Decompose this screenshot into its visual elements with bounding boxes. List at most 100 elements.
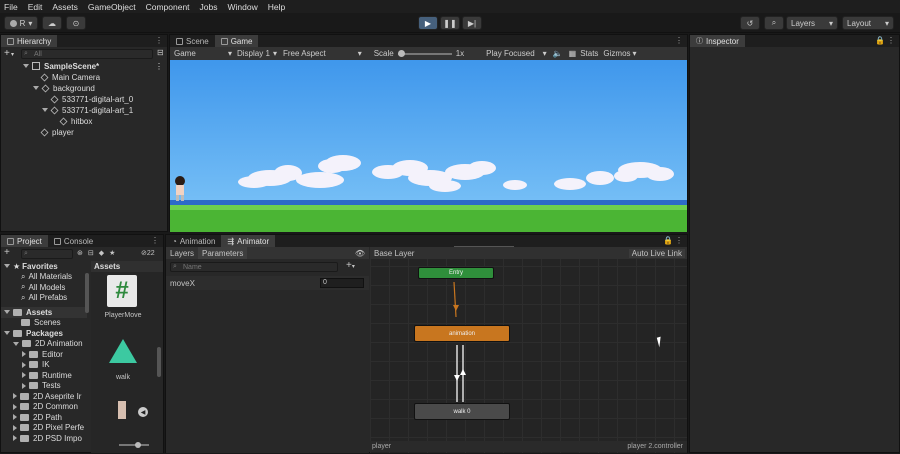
parameter-row-movex[interactable]: moveX 0 (166, 276, 369, 290)
tab-game[interactable]: Game (214, 35, 259, 47)
stats-toggle[interactable]: Stats (580, 49, 598, 58)
collapse-arrow-icon[interactable] (13, 414, 17, 421)
mute-audio-icon[interactable]: 🔈 (553, 49, 563, 58)
hierarchy-item-player[interactable]: player (1, 127, 167, 138)
tree-2d-pixel-perfect[interactable]: 2D Pixel Perfe (1, 423, 87, 434)
hierarchy-item-hitbox[interactable]: hitbox (1, 116, 167, 127)
menu-help[interactable]: Help (268, 2, 285, 12)
collapse-arrow-icon[interactable] (13, 393, 17, 400)
expand-sprite-icon[interactable]: ◀ (138, 407, 148, 417)
aspect-dropdown[interactable]: Free Aspect ▾ (283, 49, 362, 58)
game-mode-dropdown[interactable]: Game ▾ (174, 49, 232, 58)
expand-arrow-icon[interactable] (13, 341, 19, 346)
menu-assets[interactable]: Assets (52, 2, 78, 12)
filter-icon[interactable]: ⊟ (157, 48, 164, 57)
tree-editor[interactable]: Editor (1, 349, 87, 360)
hierarchy-item-digital-art-1[interactable]: 533771-digital-art_1 (1, 105, 167, 116)
collapse-arrow-icon[interactable] (13, 435, 17, 442)
history-button[interactable]: ↺ (740, 16, 760, 30)
layout-dropdown[interactable]: Layout ▾ (842, 16, 894, 30)
subtab-layers[interactable]: Layers (166, 249, 198, 258)
tree-tests[interactable]: Tests (1, 381, 87, 392)
hierarchy-item-main-camera[interactable]: Main Camera (1, 72, 167, 83)
scale-slider[interactable] (397, 49, 452, 57)
play-button[interactable]: ▶ (418, 16, 438, 30)
tab-scene[interactable]: Scene (170, 35, 215, 47)
animation-clip-icon[interactable] (107, 337, 139, 365)
item-menu-icon[interactable]: ⋮ (155, 62, 163, 71)
tree-2d-psd-importer[interactable]: 2D PSD Impo (1, 433, 87, 444)
expand-arrow-icon[interactable] (4, 331, 10, 336)
tree-all-prefabs[interactable]: ⌕ All Prefabs (1, 293, 87, 304)
tree-2d-path[interactable]: 2D Path (1, 412, 87, 423)
gizmos-toggle[interactable]: Gizmos (603, 49, 630, 58)
tree-all-materials[interactable]: ⌕ All Materials (1, 272, 87, 283)
collab-button[interactable]: ⊙ (66, 16, 86, 30)
add-parameter-button[interactable]: +▾ (346, 260, 355, 271)
step-button[interactable]: ▶| (462, 16, 482, 30)
dropdown-arrow-icon[interactable]: ▾ (11, 51, 14, 58)
tree-assets[interactable]: Assets (1, 307, 87, 318)
expand-arrow-icon[interactable] (23, 64, 29, 69)
hierarchy-item-scene[interactable]: SampleScene* ⋮ (1, 61, 167, 72)
hierarchy-search-input[interactable]: ⌕ All (21, 49, 153, 59)
tree-all-models[interactable]: ⌕ All Models (1, 282, 87, 293)
menu-component[interactable]: Component (146, 2, 190, 12)
layers-dropdown[interactable]: Layers ▾ (786, 16, 838, 30)
panel-menu-icon[interactable]: ⋮ (675, 236, 683, 245)
eye-icon[interactable]: 👁 (355, 249, 365, 258)
subtab-parameters[interactable]: Parameters (198, 247, 248, 259)
menu-edit[interactable]: Edit (28, 2, 43, 12)
expand-arrow-icon[interactable] (42, 108, 48, 113)
panel-menu-icon[interactable]: ⋮ (151, 236, 159, 245)
slider-thumb[interactable] (135, 442, 141, 448)
tree-2d-common[interactable]: 2D Common (1, 402, 87, 413)
animator-graph[interactable]: Base Layer Auto Live Link Entry animatio… (370, 246, 687, 453)
lock-icon[interactable]: 🔒 (875, 36, 885, 45)
tree-packages[interactable]: Packages (1, 328, 87, 339)
menu-jobs[interactable]: Jobs (200, 2, 218, 12)
tree-favorites[interactable]: ★ Favorites (1, 261, 87, 272)
menu-window[interactable]: Window (228, 2, 258, 12)
project-search-input[interactable]: ⌕ (21, 249, 73, 259)
panel-menu-icon[interactable]: ⋮ (887, 36, 895, 45)
tab-hierarchy[interactable]: Hierarchy (1, 35, 58, 47)
csharp-script-icon[interactable]: # (107, 275, 137, 307)
filter-icons[interactable]: ⊛⊟◆★ (77, 249, 120, 257)
collapse-arrow-icon[interactable] (22, 351, 26, 358)
tree-runtime[interactable]: Runtime (1, 370, 87, 381)
play-focused-dropdown[interactable]: Play Focused ▾ (486, 49, 546, 58)
parameter-search-input[interactable]: ⌕ Name (170, 262, 338, 272)
menu-file[interactable]: File (4, 2, 18, 12)
collapse-arrow-icon[interactable] (13, 403, 17, 410)
sprite-thumbnail[interactable] (118, 401, 126, 419)
collapse-arrow-icon[interactable] (22, 361, 26, 368)
hierarchy-item-background[interactable]: background (1, 83, 167, 94)
add-icon[interactable]: + (4, 48, 10, 59)
stats-grid-icon[interactable]: ▦ (569, 49, 577, 58)
collapse-arrow-icon[interactable] (22, 382, 26, 389)
panel-menu-icon[interactable]: ⋮ (675, 36, 683, 45)
animation-state-node[interactable]: animation (414, 325, 510, 342)
hierarchy-item-digital-art-0[interactable]: 533771-digital-art_0 (1, 94, 167, 105)
dropdown-arrow-icon[interactable]: ▾ (633, 49, 637, 58)
add-icon[interactable]: + (4, 247, 10, 258)
collapse-arrow-icon[interactable] (13, 424, 17, 431)
game-viewport[interactable] (170, 60, 687, 232)
parameter-value-input[interactable]: 0 (320, 278, 364, 288)
cloud-button[interactable]: ☁ (42, 16, 62, 30)
lock-icon[interactable]: 🔒 (663, 236, 673, 245)
display-dropdown[interactable]: Display 1 ▾ (237, 49, 277, 58)
tree-ik[interactable]: IK (1, 360, 87, 371)
tab-animator[interactable]: ⇶ Animator (221, 235, 276, 247)
assets-scrollbar[interactable] (157, 347, 161, 377)
collapse-arrow-icon[interactable] (22, 372, 26, 379)
tab-project[interactable]: Project (1, 235, 48, 247)
walk-state-node[interactable]: walk 0 (414, 403, 510, 420)
tab-animation[interactable]: ◔ Animation (166, 235, 221, 247)
account-button[interactable]: R ▾ (4, 16, 38, 30)
expand-arrow-icon[interactable] (33, 86, 39, 91)
slider-thumb[interactable] (397, 49, 405, 57)
expand-arrow-icon[interactable] (4, 310, 10, 315)
tree-scrollbar[interactable] (85, 273, 89, 313)
